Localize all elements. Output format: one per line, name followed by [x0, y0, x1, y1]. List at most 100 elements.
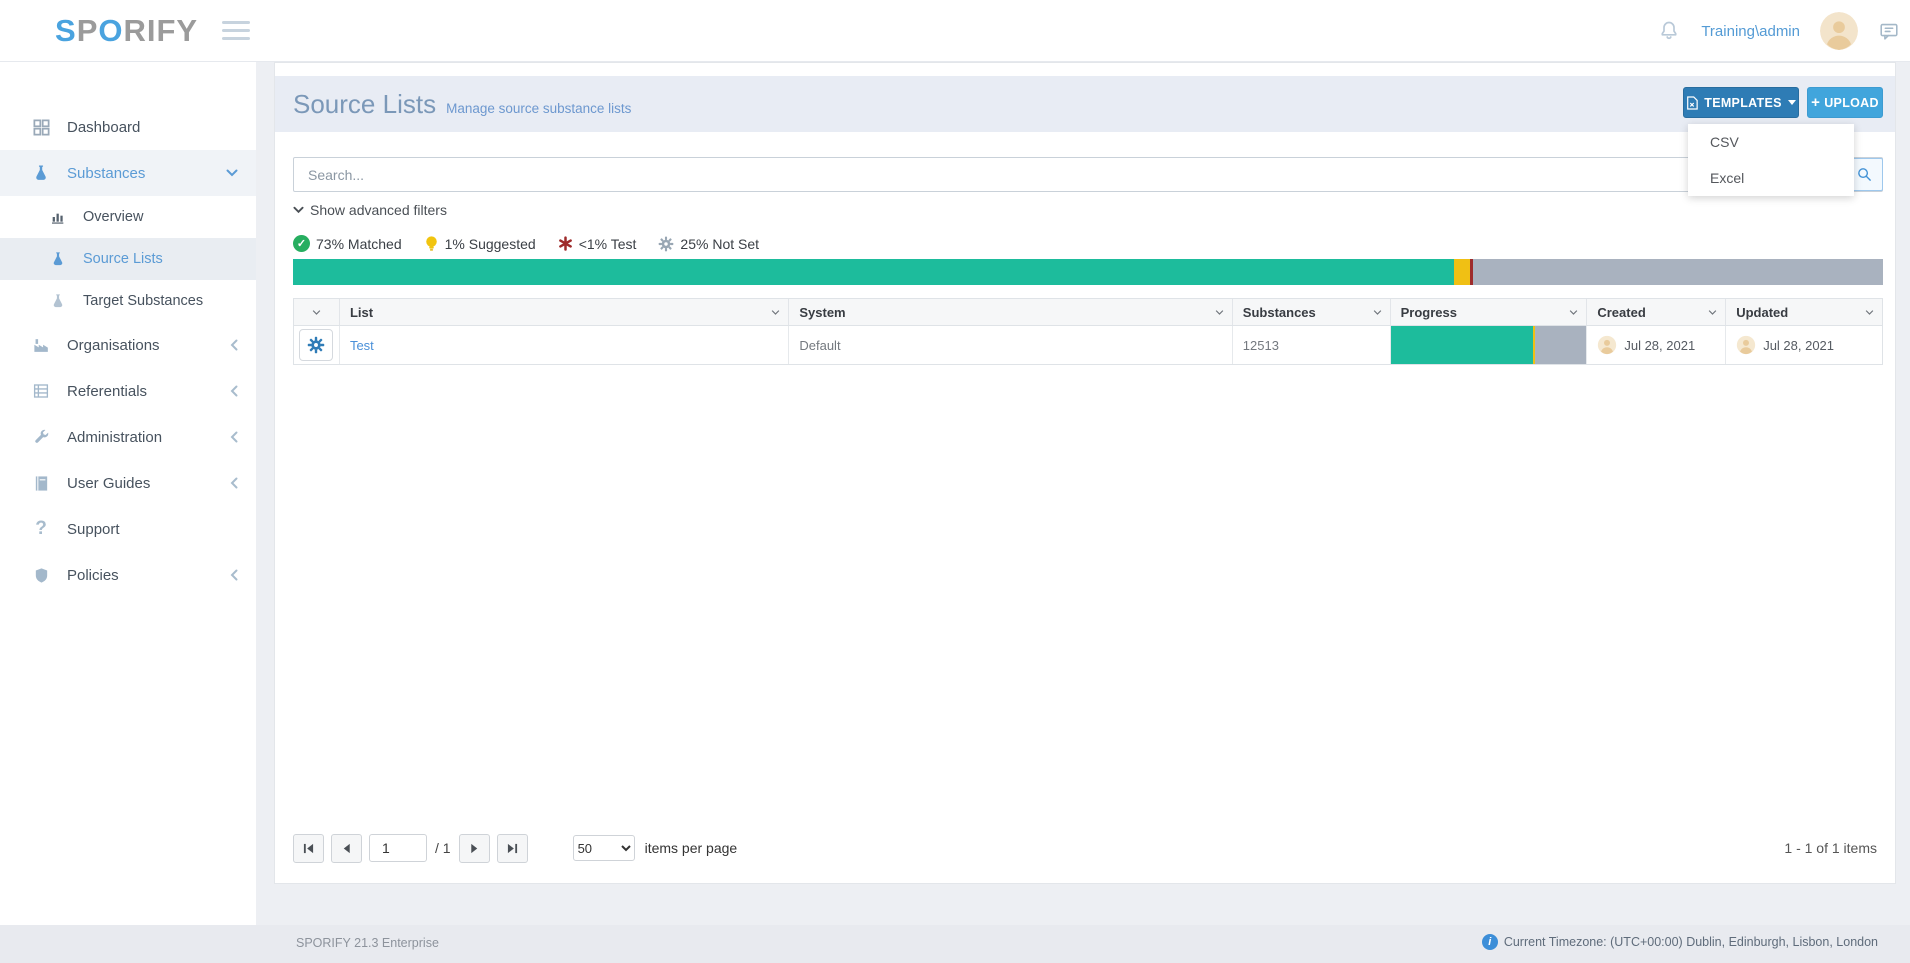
column-header-label: System [799, 305, 845, 320]
table-row: Test Default 12513 Jul 28, 2021 [294, 326, 1882, 364]
sidebar-item-label: Substances [67, 165, 145, 182]
column-header-label: Updated [1736, 305, 1788, 320]
source-list-link[interactable]: Test [350, 338, 374, 353]
previous-page-icon [341, 843, 352, 854]
sidebar-item-administration[interactable]: Administration [0, 414, 256, 460]
advanced-filters-label: Show advanced filters [310, 202, 447, 218]
column-header-label: Progress [1401, 305, 1457, 320]
gear-icon [307, 336, 325, 354]
list-icon [30, 382, 52, 400]
chevron-down-icon [1865, 309, 1874, 316]
chevron-left-icon [230, 569, 238, 581]
row-settings-button[interactable] [299, 329, 333, 361]
chevron-down-icon [1569, 309, 1578, 316]
flask-icon [48, 251, 68, 267]
last-page-button[interactable] [497, 834, 528, 863]
pagination-summary: 1 - 1 of 1 items [1784, 840, 1877, 856]
brand-logo[interactable]: SPORIFY [55, 0, 198, 62]
sidebar-item-label: User Guides [67, 475, 150, 492]
column-header-label: Substances [1243, 305, 1316, 320]
cell-system: Default [789, 326, 1232, 364]
legend-item-not-set: 25% Not Set [658, 236, 759, 252]
topbar-right-cluster: Training\admin [1657, 0, 1900, 62]
column-header-list[interactable]: List [340, 299, 789, 325]
templates-button[interactable]: TEMPLATES [1683, 87, 1799, 118]
user-menu[interactable]: Training\admin [1701, 23, 1800, 40]
progress-segment-not-set [1473, 259, 1883, 285]
page-subtitle: Manage source substance lists [446, 101, 631, 116]
bar-chart-icon [48, 209, 68, 225]
legend-item-test: <1% Test [558, 236, 637, 252]
progress-segment-suggested [1454, 259, 1470, 285]
upload-button-label: UPLOAD [1824, 96, 1879, 110]
asterisk-icon [558, 236, 573, 251]
column-header-updated[interactable]: Updated [1726, 299, 1882, 325]
dashboard-grid-icon [30, 118, 52, 137]
first-page-button[interactable] [293, 834, 324, 863]
chevron-down-icon [226, 169, 238, 177]
sidebar: Dashboard Substances Overview Source Lis… [0, 62, 256, 925]
sidebar-item-label: Source Lists [83, 251, 163, 267]
shield-icon [30, 567, 52, 584]
messages-icon[interactable] [1878, 20, 1900, 42]
sidebar-item-overview[interactable]: Overview [0, 196, 256, 238]
cell-created: Jul 28, 2021 [1587, 326, 1726, 364]
legend-item-suggested: 1% Suggested [424, 235, 536, 252]
next-page-button[interactable] [459, 834, 490, 863]
chevron-left-icon [230, 339, 238, 351]
sidebar-item-organisations[interactable]: Organisations [0, 322, 256, 368]
upload-button[interactable]: + UPLOAD [1807, 87, 1883, 118]
page-size-select[interactable]: 50 [573, 835, 635, 861]
sidebar-item-policies[interactable]: Policies [0, 552, 256, 598]
column-header-progress[interactable]: Progress [1391, 299, 1588, 325]
dropdown-item-csv[interactable]: CSV [1688, 124, 1854, 160]
pagination-bar: / 1 50 items per page 1 - 1 of 1 items [293, 833, 1883, 863]
cell-updated: Jul 28, 2021 [1726, 326, 1882, 364]
notifications-bell-icon[interactable] [1657, 19, 1681, 43]
sidebar-item-substances[interactable]: Substances [0, 150, 256, 196]
column-header-substances[interactable]: Substances [1233, 299, 1391, 325]
column-header-created[interactable]: Created [1587, 299, 1726, 325]
table-header-row: List System Substances Progress Created … [294, 299, 1882, 326]
sidebar-item-source-lists[interactable]: Source Lists [0, 238, 256, 280]
user-avatar[interactable] [1820, 12, 1858, 50]
check-icon: ✓ [293, 235, 310, 252]
caret-down-icon [1788, 100, 1796, 105]
progress-segment-not-set [1535, 326, 1586, 364]
advanced-filters-toggle[interactable]: Show advanced filters [293, 202, 447, 218]
app-version-label: SPORIFY 21.3 Enterprise [296, 936, 439, 950]
sidebar-toggle-icon[interactable] [222, 21, 250, 45]
brand-letter: S [55, 13, 77, 49]
chevron-left-icon [230, 385, 238, 397]
brand-letter: O [98, 13, 123, 49]
sidebar-item-target-substances[interactable]: Target Substances [0, 280, 256, 322]
sidebar-item-user-guides[interactable]: User Guides [0, 460, 256, 506]
search-input[interactable] [293, 157, 1883, 192]
sidebar-item-label: Support [67, 521, 120, 538]
brand-letter: P [77, 13, 99, 49]
legend-label: 25% Not Set [680, 236, 759, 252]
main-content-panel: Source Lists Manage source substance lis… [274, 62, 1896, 884]
sidebar-item-referentials[interactable]: Referentials [0, 368, 256, 414]
book-icon [30, 475, 52, 492]
column-header-label: Created [1597, 305, 1645, 320]
column-menu-header[interactable] [294, 299, 340, 325]
templates-button-label: TEMPLATES [1704, 96, 1781, 110]
previous-page-button[interactable] [331, 834, 362, 863]
factory-icon [30, 336, 52, 355]
legend-label: 1% Suggested [445, 236, 536, 252]
column-header-system[interactable]: System [789, 299, 1232, 325]
last-page-icon [506, 843, 519, 854]
legend-item-matched: ✓ 73% Matched [293, 235, 402, 252]
sidebar-item-dashboard[interactable]: Dashboard [0, 104, 256, 150]
sidebar-item-label: Policies [67, 567, 119, 584]
lightbulb-icon [424, 235, 439, 252]
timezone-info: i Current Timezone: (UTC+00:00) Dublin, … [1482, 934, 1878, 950]
progress-legend: ✓ 73% Matched 1% Suggested <1% Test [293, 235, 759, 252]
page-number-input[interactable] [369, 834, 427, 862]
row-actions-cell [294, 326, 340, 364]
legend-label: <1% Test [579, 236, 637, 252]
sidebar-item-support[interactable]: ? Support [0, 506, 256, 552]
user-avatar-icon [1597, 335, 1617, 355]
dropdown-item-excel[interactable]: Excel [1688, 160, 1854, 196]
